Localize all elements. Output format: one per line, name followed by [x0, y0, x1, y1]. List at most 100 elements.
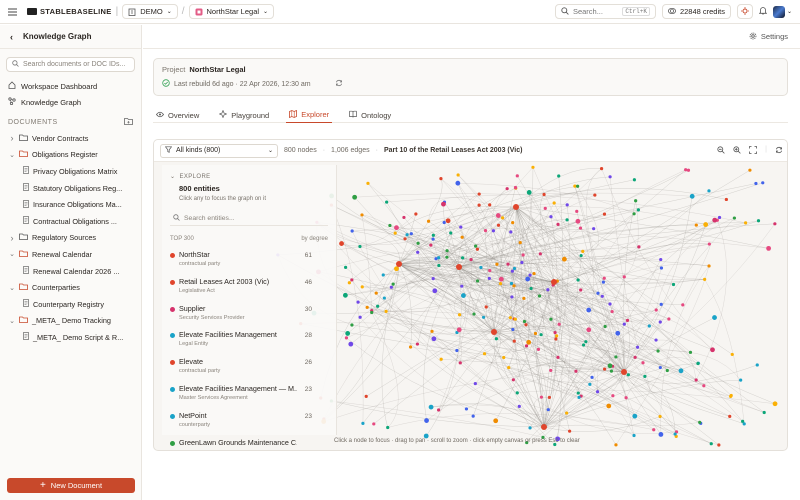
- global-search[interactable]: Search... Ctrl+K: [554, 4, 656, 19]
- entity-text: Supplier Security Services Provider: [179, 304, 245, 321]
- nav-workspace-dashboard[interactable]: Workspace Dashboard: [0, 78, 141, 94]
- graph-node: [576, 278, 580, 282]
- graph-node: [647, 324, 651, 328]
- entity-list-item[interactable]: NetPoint counterparty 23: [162, 407, 336, 434]
- entity-list-item[interactable]: GreenLawn Grounds Maintenance C...: [162, 434, 336, 450]
- tree-folder[interactable]: ⌄ _META_ Demo Tracking: [0, 313, 141, 330]
- graph-node: [488, 269, 492, 273]
- tab-overview[interactable]: Overview: [153, 107, 202, 123]
- entity-list-item[interactable]: Elevate contractual party 26: [162, 353, 336, 380]
- refresh-icon[interactable]: [335, 79, 343, 89]
- document-icon: [23, 199, 29, 210]
- graph-node: [520, 260, 524, 265]
- theme-button[interactable]: [736, 4, 753, 19]
- chevron-down-icon[interactable]: ⌄: [9, 284, 15, 292]
- tree-document[interactable]: Statutory Obligations Reg...: [0, 180, 141, 197]
- tab-ontology[interactable]: Ontology: [346, 107, 394, 123]
- tree-document[interactable]: Privacy Obligations Matrix: [0, 163, 141, 180]
- project-selector[interactable]: NorthStar Legal ⌄: [188, 4, 275, 19]
- explore-collapse-toggle[interactable]: ⌄ EXPLORE: [170, 173, 328, 181]
- tree-label: Counterparties: [32, 283, 80, 293]
- graph-edge: [682, 243, 711, 305]
- tree-document[interactable]: Counterparty Registry: [0, 296, 141, 313]
- entity-search-input[interactable]: Search entities...: [170, 211, 328, 226]
- graph-node: [538, 252, 542, 256]
- graph-node: [748, 168, 752, 172]
- graph-node: [522, 319, 527, 324]
- graph-hub-node: [456, 264, 462, 270]
- document-icon: [23, 299, 29, 309]
- graph-node: [537, 294, 542, 298]
- chevron-down-icon[interactable]: ⌄: [9, 317, 15, 325]
- graph-node: [393, 231, 397, 235]
- graph-node: [573, 184, 577, 188]
- entity-color-dot: [170, 306, 175, 312]
- graph-node: [762, 410, 766, 415]
- document-tree: › Vendor Contracts ⌄ Obligations Register Pr…: [0, 130, 141, 346]
- tree-document[interactable]: Contractual Obligations ...: [0, 213, 141, 230]
- graph-node: [474, 244, 478, 248]
- user-avatar-menu[interactable]: ⌄: [772, 5, 792, 18]
- tree-document[interactable]: _META_ Demo Script & R...: [0, 329, 141, 346]
- graph-node: [614, 355, 618, 359]
- back-chevron-icon[interactable]: ‹: [10, 32, 13, 42]
- graph-edge: [623, 371, 677, 432]
- graph-node: [599, 167, 604, 171]
- graph-node: [430, 329, 434, 333]
- entity-type: contractual party: [179, 261, 221, 267]
- settings-button[interactable]: Settings: [749, 32, 788, 42]
- tree-folder[interactable]: ⌄ Obligations Register: [0, 147, 141, 164]
- fit-screen-icon[interactable]: [749, 145, 758, 156]
- menu-icon[interactable]: [8, 8, 17, 16]
- graph-node: [360, 213, 364, 217]
- tree-folder[interactable]: › Regulatory Sources: [0, 230, 141, 247]
- credits-badge[interactable]: 22848 credits: [661, 4, 731, 19]
- graph-node: [552, 201, 556, 205]
- graph-node: [344, 336, 349, 340]
- tab-explorer[interactable]: Explorer: [286, 107, 333, 123]
- tree-document[interactable]: Insurance Obligations Ma...: [0, 196, 141, 213]
- bell-icon[interactable]: [758, 6, 768, 17]
- kind-filter-select[interactable]: All kinds (800) ⌄: [160, 143, 278, 158]
- zoom-in-icon[interactable]: [733, 145, 741, 156]
- graph-edge: [428, 206, 706, 225]
- chevron-down-icon[interactable]: ⌄: [9, 151, 15, 159]
- document-icon: [23, 216, 29, 226]
- chevron-down-icon[interactable]: ⌄: [9, 250, 15, 258]
- graph-node: [394, 225, 399, 231]
- tree-document[interactable]: Renewal Calendar 2026 ...: [0, 263, 141, 280]
- tree-folder[interactable]: ⌄ Counterparties: [0, 279, 141, 296]
- entity-list-item[interactable]: Elevate Facilities Management — M... Mast…: [162, 380, 336, 407]
- sidebar-title: Knowledge Graph: [23, 32, 92, 41]
- map-icon: [289, 109, 298, 120]
- entity-text: Elevate Facilities Management Legal Entit…: [179, 330, 277, 347]
- graph-node: [574, 369, 578, 373]
- entity-list-item[interactable]: Retail Leases Act 2003 (Vic) Legislative …: [162, 273, 336, 300]
- document-search-input[interactable]: Search documents or DOC IDs...: [6, 57, 135, 72]
- graph-node: [658, 320, 662, 324]
- workspace-selector[interactable]: DEMO ⌄: [122, 4, 178, 19]
- graph-node: [579, 253, 583, 258]
- new-document-button[interactable]: + New Document: [7, 478, 135, 493]
- reload-graph-icon[interactable]: [775, 146, 783, 156]
- nav-knowledge-graph[interactable]: Knowledge Graph: [0, 94, 141, 110]
- graph-node: [539, 333, 543, 337]
- tree-folder[interactable]: ⌄ Renewal Calendar: [0, 246, 141, 263]
- brand-logo[interactable]: STABLEBASELINE: [27, 7, 112, 16]
- graph-node: [339, 241, 344, 246]
- graph-node: [526, 190, 532, 195]
- tab-playground[interactable]: Playground: [216, 107, 272, 123]
- zoom-out-icon[interactable]: [717, 145, 725, 156]
- check-circle-icon: [162, 79, 170, 89]
- new-folder-icon[interactable]: [124, 117, 133, 127]
- chevron-right-icon[interactable]: ›: [9, 133, 15, 143]
- tree-folder[interactable]: › Vendor Contracts: [0, 130, 141, 147]
- canvas-hint: Click a node to focus · drag to pan · sc…: [334, 438, 580, 444]
- tree-label: Regulatory Sources: [32, 233, 97, 243]
- entity-list-item[interactable]: NorthStar contractual party 61: [162, 246, 336, 273]
- entity-degree: 23: [304, 412, 312, 420]
- entity-list-item[interactable]: Elevate Facilities Management Legal Entit…: [162, 326, 336, 353]
- chevron-right-icon[interactable]: ›: [9, 233, 15, 243]
- entity-list-item[interactable]: Supplier Security Services Provider 30: [162, 300, 336, 327]
- graph-node: [608, 302, 612, 306]
